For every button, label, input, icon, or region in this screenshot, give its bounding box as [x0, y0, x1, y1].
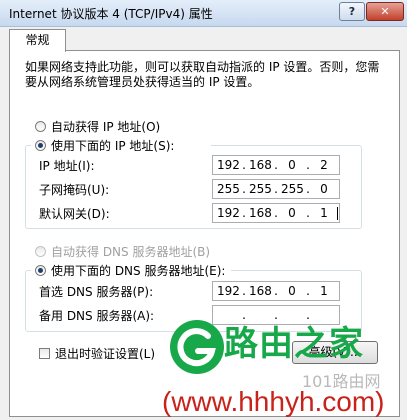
default-gateway-label: 默认网关(D): [39, 207, 110, 221]
validate-label[interactable]: 退出时验证设置(L) [55, 346, 155, 362]
watermark-name: 路由之家 [224, 324, 364, 364]
watermark-url: (www.hhhyh.com) [162, 386, 385, 417]
preferred-dns-label: 首选 DNS 服务器(P): [39, 285, 154, 299]
preferred-dns-field[interactable]: 192 . 168 . 0 . 1 [212, 281, 340, 301]
ip-manual-label[interactable]: 使用下面的 IP 地址(S): [51, 138, 174, 154]
dns-auto-label[interactable]: 自动获得 DNS 服务器地址(B) [51, 244, 210, 260]
title-bar: Internet 协议版本 4 (TCP/IPv4) 属性 ? ✕ [0, 0, 407, 27]
dns-manual-label[interactable]: 使用下面的 DNS 服务器地址(E): [51, 263, 225, 279]
tab-general[interactable]: 常规 [9, 29, 66, 52]
default-gateway-field[interactable]: 192 . 168 . 0 . 1 [212, 203, 340, 223]
close-button[interactable]: ✕ [366, 2, 404, 21]
alternate-dns-label: 备用 DNS 服务器(A): [39, 309, 155, 323]
help-button[interactable]: ? [339, 2, 365, 21]
validate-checkbox[interactable] [39, 348, 50, 359]
ip-address-field[interactable]: 192 . 168 . 0 . 2 [212, 155, 340, 175]
ip-auto-label[interactable]: 自动获得 IP 地址(O) [51, 119, 160, 135]
text-caret [337, 207, 338, 220]
ip-address-label: IP 地址(I): [39, 159, 95, 173]
watermark-logo-icon [168, 318, 226, 379]
dns-manual-radio[interactable] [35, 265, 46, 276]
dns-auto-radio[interactable] [35, 246, 46, 257]
description-text: 如果网络支持此功能，则可以获取自动指派的 IP 设置。否则，您需要从网络系统管理… [25, 60, 380, 89]
subnet-mask-field[interactable]: 255 . 255 . 255 . 0 [212, 179, 340, 199]
ip-auto-radio[interactable] [35, 121, 46, 132]
ip-manual-radio[interactable] [35, 140, 46, 151]
alternate-dns-field[interactable]: . . . [212, 305, 340, 325]
subnet-mask-label: 子网掩码(U): [39, 183, 110, 197]
window-title: Internet 协议版本 4 (TCP/IPv4) 属性 [9, 7, 213, 21]
